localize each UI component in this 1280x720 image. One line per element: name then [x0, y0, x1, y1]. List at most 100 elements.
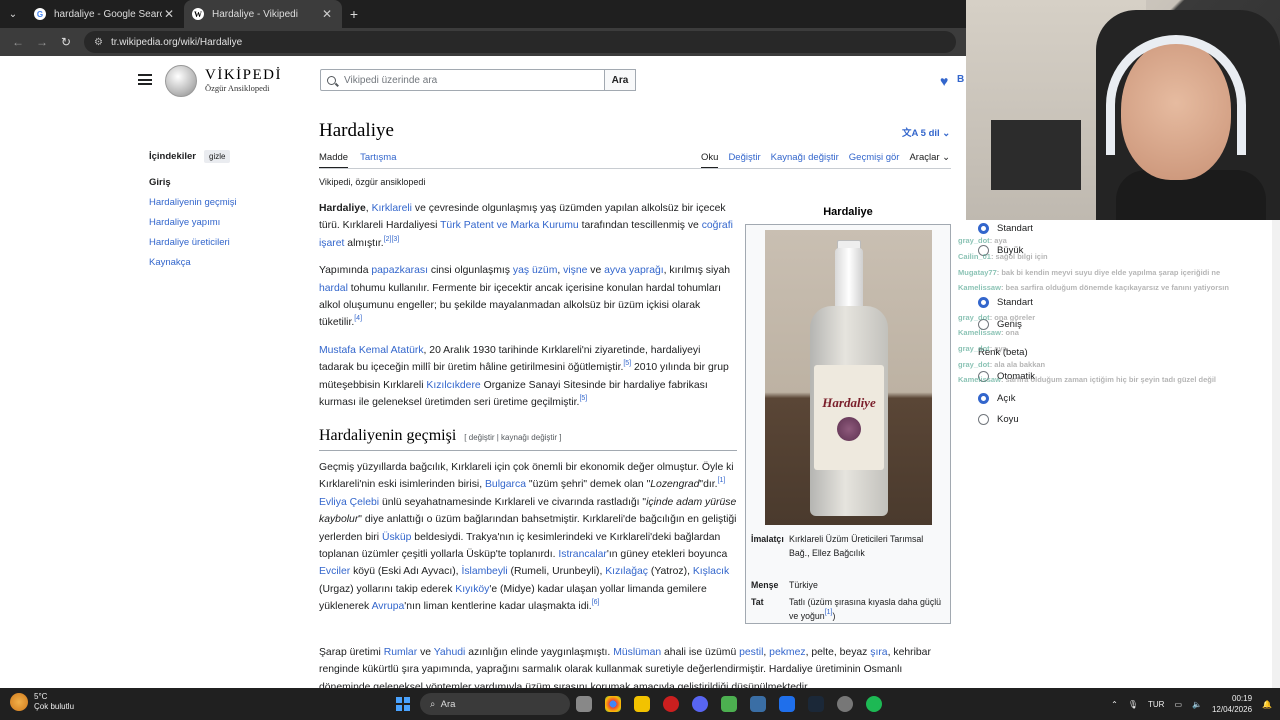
clock-time: 00:19 [1232, 694, 1253, 703]
width-standard-option[interactable]: Standart [978, 297, 1033, 308]
link[interactable]: Müslüman [613, 647, 661, 658]
chrome-icon[interactable] [605, 696, 621, 712]
link[interactable]: İslambeyli [461, 566, 507, 577]
hardaliye-bottle-image[interactable]: Hardaliye [765, 230, 932, 525]
tab-talk[interactable]: Tartışma [360, 152, 396, 168]
browser-tab-google[interactable]: G hardaliye - Google Search ✕ [26, 0, 184, 28]
toc-item-history[interactable]: Hardaliyenin geçmişi [149, 197, 237, 208]
discord-icon[interactable] [692, 696, 708, 712]
search-input[interactable]: Vikipedi üzerinde ara [320, 69, 605, 91]
link[interactable]: Üsküp [382, 532, 411, 543]
url-field[interactable]: ⚙ tr.wikipedia.org/wiki/Hardaliye [84, 31, 956, 53]
citation[interactable]: [5] [579, 395, 587, 402]
forward-icon[interactable]: → [30, 35, 54, 49]
opera-icon[interactable] [663, 696, 679, 712]
tab-edit-source[interactable]: Kaynağı değiştir [771, 152, 839, 168]
weather-widget[interactable]: 5°C Çok bulutlu [10, 692, 74, 712]
network-icon[interactable]: ▭ [1174, 700, 1182, 709]
language-indicator[interactable]: TUR [1148, 700, 1164, 709]
vscode-icon[interactable] [779, 696, 795, 712]
link[interactable]: Avrupa [372, 601, 405, 612]
panel-scrollbar[interactable] [1272, 220, 1280, 688]
citation[interactable]: [6] [592, 599, 600, 606]
citation[interactable]: [1] [825, 609, 833, 616]
donate-label[interactable]: B [957, 74, 964, 85]
citation[interactable]: [2][3] [384, 236, 400, 243]
link[interactable]: Kızılağaç [605, 566, 648, 577]
tab-title: Hardaliye - Vikipedi [212, 8, 298, 20]
taskbar-search[interactable]: ⌕ Ara [420, 693, 570, 715]
link[interactable]: pestil [739, 647, 763, 658]
windows-start-icon[interactable] [396, 697, 410, 711]
link[interactable]: hardal [319, 283, 348, 294]
tab-search-dropdown-icon[interactable]: ⌄ [0, 0, 26, 28]
file-explorer-icon[interactable] [634, 696, 650, 712]
wikipedia-favicon-icon: W [192, 8, 204, 20]
link[interactable]: ayva yaprağı [604, 265, 664, 276]
store-icon[interactable] [721, 696, 737, 712]
notifications-icon[interactable]: 🔔 [1262, 700, 1272, 709]
chat-user: gray_dot [958, 236, 990, 245]
microphone-icon[interactable]: 🎙 [1128, 700, 1138, 709]
section-edit-link[interactable]: [ değiştir | kaynağı değiştir ] [464, 433, 561, 442]
chat-message: gray_dot: aya [958, 236, 1007, 245]
link[interactable]: yaş üzüm [513, 265, 557, 276]
link[interactable]: vişne [563, 265, 587, 276]
link[interactable]: Kışlacık [693, 566, 729, 577]
toc-hide-button[interactable]: gizle [204, 150, 231, 163]
site-subtitle: Vikipedi, özgür ansiklopedi [319, 177, 426, 187]
site-info-icon[interactable]: ⚙ [94, 37, 103, 48]
link[interactable]: Kırklareli [372, 203, 412, 214]
namespace-tabs: Madde Tartışma [319, 152, 397, 168]
link[interactable]: Istrancalar [558, 549, 607, 560]
link[interactable]: Bulgarca [485, 479, 526, 490]
color-light-option[interactable]: Açık [978, 393, 1015, 404]
link[interactable]: şıra [870, 647, 887, 658]
toc-item-production[interactable]: Hardaliye yapımı [149, 217, 237, 228]
citation[interactable]: [5] [623, 360, 631, 367]
link[interactable]: Mustafa Kemal Atatürk [319, 345, 424, 356]
toc-item-producers[interactable]: Hardaliye üreticileri [149, 237, 237, 248]
tab-tools[interactable]: Araçlar ⌄ [909, 152, 950, 168]
language-button[interactable]: 文A 5 dil ⌄ [902, 125, 950, 139]
citation[interactable]: [1] [718, 477, 726, 484]
toc-item-references[interactable]: Kaynakça [149, 257, 237, 268]
text-size-standard-option[interactable]: Standart [978, 223, 1033, 234]
toc-item-intro[interactable]: Giriş [149, 177, 237, 188]
link[interactable]: Yahudi [434, 647, 466, 658]
obs-icon[interactable] [837, 696, 853, 712]
radio-icon [978, 297, 989, 308]
tab-edit[interactable]: Değiştir [728, 152, 760, 168]
citation[interactable]: [4] [354, 315, 362, 322]
link[interactable]: Kıyıköy [455, 584, 489, 595]
link[interactable]: papazkarası [371, 265, 428, 276]
link[interactable]: pekmez [769, 647, 805, 658]
close-tab-icon[interactable]: ✕ [162, 7, 176, 21]
donate-heart-icon[interactable]: ♥ [940, 73, 948, 89]
color-dark-option[interactable]: Koyu [978, 414, 1019, 425]
task-view-icon[interactable] [576, 696, 592, 712]
search-button[interactable]: Ara [604, 69, 636, 91]
app-icon[interactable] [750, 696, 766, 712]
link[interactable]: Rumlar [384, 647, 418, 658]
link[interactable]: Evciler [319, 566, 350, 577]
logo-wordmark[interactable]: VİKİPEDİ [205, 67, 282, 84]
volume-icon[interactable]: 🔈 [1192, 700, 1202, 709]
browser-tab-wikipedia[interactable]: W Hardaliye - Vikipedi ✕ [184, 0, 342, 28]
link[interactable]: Kızılcıkdere [426, 380, 480, 391]
back-icon[interactable]: ← [6, 35, 30, 49]
spotify-icon[interactable] [866, 696, 882, 712]
clock[interactable]: 00:19 12/04/2026 [1212, 693, 1252, 715]
main-menu-icon[interactable] [138, 74, 152, 85]
tab-history[interactable]: Geçmişi gör [849, 152, 900, 168]
chevron-up-icon[interactable]: ⌃ [1111, 700, 1118, 709]
new-tab-icon[interactable]: + [342, 6, 366, 22]
tab-read[interactable]: Oku [701, 152, 719, 168]
tab-article[interactable]: Madde [319, 152, 349, 168]
reload-icon[interactable]: ↻ [54, 35, 78, 49]
link[interactable]: Türk Patent ve Marka Kurumu [440, 220, 579, 231]
wikipedia-globe-logo[interactable] [165, 65, 197, 97]
link[interactable]: Evliya Çelebi [319, 497, 379, 508]
close-tab-icon[interactable]: ✕ [320, 7, 334, 21]
steam-icon[interactable] [808, 696, 824, 712]
